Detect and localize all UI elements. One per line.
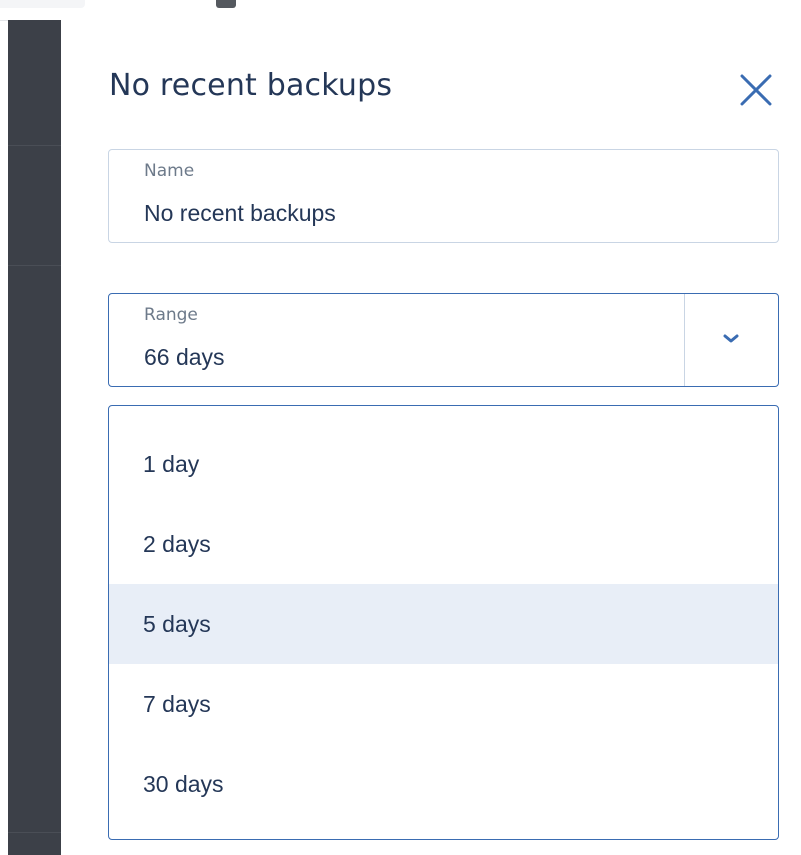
divider	[8, 265, 61, 266]
divider	[8, 832, 61, 833]
close-icon	[740, 74, 772, 106]
range-field-value: 66 days	[144, 344, 225, 370]
sidebar-backdrop	[8, 20, 61, 855]
drag-handle[interactable]	[216, 0, 236, 8]
range-option[interactable]: 30 days	[109, 744, 778, 824]
range-dropdown-toggle[interactable]	[684, 294, 778, 386]
range-options-list: 1 day 2 days 5 days 7 days 30 days	[108, 405, 779, 840]
name-field-label: Name	[144, 161, 195, 181]
range-option[interactable]: 5 days	[109, 584, 778, 664]
name-field[interactable]: Name No recent backups	[108, 149, 779, 243]
panel-title: No recent backups	[109, 68, 393, 103]
name-field-value[interactable]: No recent backups	[144, 200, 336, 227]
range-select[interactable]: Range 66 days	[108, 293, 779, 387]
tab-edge	[0, 0, 85, 8]
chevron-down-icon	[723, 334, 739, 343]
range-option[interactable]: 7 days	[109, 664, 778, 744]
range-option[interactable]: 2 days	[109, 504, 778, 584]
range-option[interactable]: 1 day	[109, 424, 778, 504]
range-field-label: Range	[144, 305, 198, 325]
top-bar	[0, 0, 801, 21]
divider	[8, 145, 61, 146]
edit-alert-panel: No recent backups Name No recent backups…	[61, 20, 801, 855]
close-button[interactable]	[738, 72, 774, 108]
